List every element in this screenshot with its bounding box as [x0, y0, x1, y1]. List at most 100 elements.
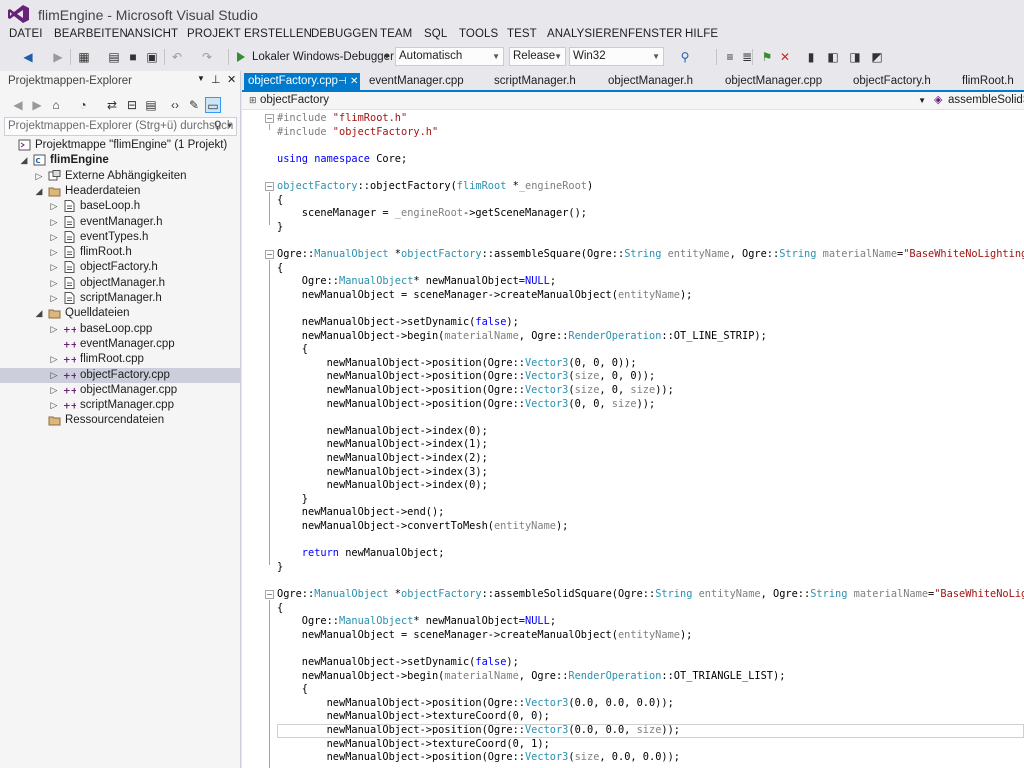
- platform-select[interactable]: Win32 ▼: [569, 47, 664, 66]
- code-line[interactable]: }: [277, 493, 308, 507]
- tab-objectmanager-cpp[interactable]: objectManager.cpp: [721, 73, 822, 91]
- code-line[interactable]: newManualObject->setDynamic(false);: [277, 656, 519, 670]
- code-line[interactable]: newManualObject->position(Ogre::Vector3(…: [277, 370, 656, 384]
- expand-arrow-icon[interactable]: ▷: [49, 383, 59, 398]
- code-line[interactable]: newManualObject->position(Ogre::Vector3(…: [277, 697, 674, 711]
- expand-arrow-icon[interactable]: ▷: [49, 352, 59, 367]
- code-line[interactable]: newManualObject->position(Ogre::Vector3(…: [277, 398, 656, 412]
- close-icon[interactable]: ✕: [350, 73, 358, 90]
- code-line[interactable]: {: [277, 602, 283, 616]
- code-line[interactable]: Ogre::ManualObject *objectFactory::assem…: [277, 248, 1024, 262]
- find-icon[interactable]: ⚲: [677, 49, 693, 65]
- back-icon[interactable]: ◀: [10, 97, 26, 113]
- expand-arrow-icon[interactable]: ▷: [34, 169, 44, 184]
- properties-icon[interactable]: ✎: [186, 97, 202, 113]
- search-icon[interactable]: ⚲: [214, 118, 222, 135]
- code-line[interactable]: newManualObject->index(0);: [277, 425, 488, 439]
- bookmark-prev-icon[interactable]: ◧: [825, 49, 841, 65]
- code-line[interactable]: newManualObject->setDynamic(false);: [277, 316, 519, 330]
- tree-item[interactable]: ▷ ++ baseLoop.cpp: [0, 322, 240, 337]
- code-line[interactable]: using namespace Core;: [277, 153, 407, 167]
- bookmark-next-icon[interactable]: ⚑: [759, 49, 775, 65]
- expand-arrow-icon[interactable]: ▷: [49, 230, 59, 245]
- forward-icon[interactable]: ▶: [50, 49, 66, 65]
- collapse-region-icon[interactable]: −: [265, 114, 274, 123]
- explorer-search-input[interactable]: Projektmappen-Explorer (Strg+ü) durchsuc…: [4, 117, 237, 136]
- code-line[interactable]: Ogre::ManualObject* newManualObject=NULL…: [277, 615, 556, 629]
- back-icon[interactable]: ◀: [20, 49, 36, 65]
- code-line[interactable]: newManualObject->position(Ogre::Vector3(…: [277, 384, 674, 398]
- tab-scriptmanager-h[interactable]: scriptManager.h: [490, 73, 576, 91]
- tree-item[interactable]: ◢ CflimEngine: [0, 153, 240, 168]
- chevron-down-icon[interactable]: ▼: [226, 118, 233, 135]
- code-line[interactable]: newManualObject->end();: [277, 506, 445, 520]
- pin-icon[interactable]: ⊣: [338, 73, 347, 90]
- tab-objectmanager-h[interactable]: objectManager.h: [604, 73, 693, 91]
- code-line[interactable]: Ogre::ManualObject *objectFactory::assem…: [277, 588, 1024, 602]
- save-icon[interactable]: ■: [125, 49, 141, 65]
- expand-arrow-icon[interactable]: ▷: [49, 398, 59, 413]
- code-line[interactable]: #include "objectFactory.h": [277, 126, 438, 140]
- code-line[interactable]: newManualObject->convertToMesh(entityNam…: [277, 520, 569, 534]
- collapse-all-icon[interactable]: ⊟: [124, 97, 140, 113]
- tab-eventmanager-cpp[interactable]: eventManager.cpp: [365, 73, 464, 91]
- code-line[interactable]: {: [277, 343, 308, 357]
- show-all-files-icon[interactable]: ▤: [143, 97, 159, 113]
- bookmark-clear-icon[interactable]: ✕: [777, 49, 793, 65]
- tree-item[interactable]: ▷ eventTypes.h: [0, 230, 240, 245]
- code-line[interactable]: newManualObject = sceneManager->createMa…: [277, 289, 693, 303]
- tab-objectfactory-cpp[interactable]: objectFactory.cpp ⊣ ✕: [244, 73, 360, 91]
- code-line[interactable]: newManualObject->begin(materialName, Ogr…: [277, 330, 767, 344]
- tab-flimroot-h[interactable]: flimRoot.h: [958, 73, 1014, 91]
- start-debugging-button[interactable]: Lokaler Windows-Debugger: [252, 49, 394, 65]
- code-line[interactable]: newManualObject = sceneManager->createMa…: [277, 629, 693, 643]
- tree-item[interactable]: ▷ eventManager.h: [0, 215, 240, 230]
- menu-datei[interactable]: DATEI: [9, 28, 43, 40]
- bookmark-window-icon[interactable]: ◩: [869, 49, 885, 65]
- code-line[interactable]: newManualObject->position(Ogre::Vector3(…: [277, 357, 637, 371]
- code-line[interactable]: {: [277, 262, 283, 276]
- solution-config-select[interactable]: Automatisch ▼: [395, 47, 504, 66]
- tree-item[interactable]: ▷ ++ scriptManager.cpp: [0, 398, 240, 413]
- tree-item[interactable]: ▷ objectFactory.h: [0, 260, 240, 275]
- expand-arrow-icon[interactable]: ▷: [49, 260, 59, 275]
- code-line[interactable]: newManualObject->begin(materialName, Ogr…: [277, 670, 786, 684]
- code-line[interactable]: newManualObject->position(Ogre::Vector3(…: [277, 724, 680, 738]
- preview-icon[interactable]: ▭: [205, 97, 221, 113]
- chevron-down-icon[interactable]: ▼: [379, 49, 395, 65]
- redo-icon[interactable]: ↷: [199, 49, 215, 65]
- menu-erstellen[interactable]: ERSTELLEN: [244, 28, 312, 40]
- member-scope-select[interactable]: ◈ assembleSolidSqua: [932, 92, 1024, 109]
- expand-arrow-icon[interactable]: ▷: [49, 199, 59, 214]
- build-config-select[interactable]: Release ▼: [509, 47, 566, 66]
- code-line[interactable]: newManualObject->index(2);: [277, 452, 488, 466]
- expand-arrow-icon[interactable]: ▷: [49, 322, 59, 337]
- expand-arrow-icon[interactable]: ▷: [49, 245, 59, 260]
- menu-debuggen[interactable]: DEBUGGEN: [311, 28, 378, 40]
- code-line[interactable]: newManualObject->index(3);: [277, 466, 488, 480]
- code-line[interactable]: #include "flimRoot.h": [277, 112, 407, 126]
- menu-projekt[interactable]: PROJEKT: [187, 28, 241, 40]
- collapse-region-icon[interactable]: −: [265, 590, 274, 599]
- menu-sql[interactable]: SQL: [424, 28, 447, 40]
- code-line[interactable]: Ogre::ManualObject* newManualObject=NULL…: [277, 275, 556, 289]
- tree-item[interactable]: ▷ ++ objectFactory.cpp: [0, 367, 240, 383]
- collapse-arrow-icon[interactable]: ◢: [19, 153, 29, 168]
- menu-fenster[interactable]: FENSTER: [628, 28, 682, 40]
- collapse-arrow-icon[interactable]: ◢: [34, 184, 44, 199]
- comment-icon[interactable]: ≡: [722, 49, 738, 65]
- forward-icon[interactable]: ▶: [29, 97, 45, 113]
- bookmark-icon[interactable]: ▮: [803, 49, 819, 65]
- save-all-icon[interactable]: ▣: [144, 49, 160, 65]
- tree-item[interactable]: ▷ objectManager.h: [0, 276, 240, 291]
- tree-item[interactable]: Projektmappe "flimEngine" (1 Projekt): [0, 138, 240, 153]
- code-line[interactable]: return newManualObject;: [277, 547, 445, 561]
- menu-team[interactable]: TEAM: [380, 28, 412, 40]
- code-line[interactable]: newManualObject->position(Ogre::Vector3(…: [277, 751, 680, 765]
- code-line[interactable]: {: [277, 194, 283, 208]
- menu-bearbeiten[interactable]: BEARBEITEN: [54, 28, 128, 40]
- code-line[interactable]: {: [277, 683, 308, 697]
- start-debugging-icon[interactable]: [237, 52, 245, 62]
- tree-item[interactable]: ++ eventManager.cpp: [0, 337, 240, 352]
- tree-item[interactable]: ▷ ++ objectManager.cpp: [0, 383, 240, 398]
